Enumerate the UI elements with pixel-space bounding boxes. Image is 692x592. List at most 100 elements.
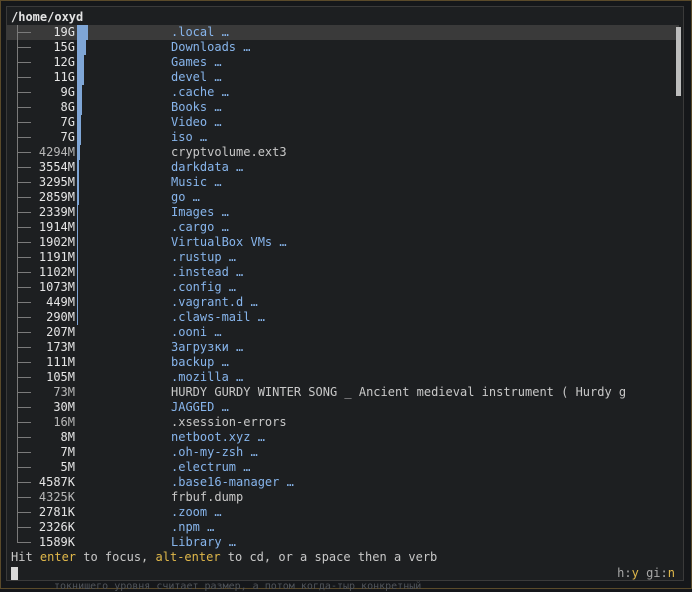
tree-row[interactable]: 73M HURDY GURDY WINTER SONG _ Ancient med… <box>7 385 679 400</box>
size-bar-track <box>77 400 165 415</box>
directory-name: .config … <box>171 280 237 294</box>
tree-row[interactable]: 16M .xsession-errors <box>7 415 679 430</box>
tree-row[interactable]: 4294M cryptvolume.ext3 <box>7 145 679 160</box>
file-tree: 19G .local … 15G Downloads … 12G Games … 11G de… <box>7 25 679 550</box>
size-bar-track <box>77 295 165 310</box>
background-window-text: токнишего уровня считает размер, а потом… <box>54 581 422 592</box>
directory-name: darkdata … <box>171 160 244 174</box>
entry-size: 105M <box>46 370 75 384</box>
size-bar <box>77 265 78 280</box>
tree-row[interactable]: 30M JAGGED … <box>7 400 679 415</box>
entry-size: 4325K <box>38 490 75 504</box>
tree-row[interactable]: 3295M Music … <box>7 175 679 190</box>
entry-size: 173M <box>46 340 75 354</box>
tree-row[interactable]: 207M .ooni … <box>7 325 679 340</box>
file-name: frbuf.dump <box>171 490 244 504</box>
tree-row[interactable]: 1914M .cargo … <box>7 220 679 235</box>
directory-name: backup … <box>171 355 229 369</box>
tree-row[interactable]: 19G .local … <box>7 25 679 40</box>
size-bar <box>77 190 79 205</box>
directory-name: .npm … <box>171 520 215 534</box>
directory-name: .base16-manager … <box>171 475 294 489</box>
entry-size: 12G <box>53 55 75 69</box>
tree-row[interactable]: 4325K frbuf.dump <box>7 490 679 505</box>
tree-row[interactable]: 11G devel … <box>7 70 679 85</box>
directory-name: iso … <box>171 130 208 144</box>
tree-row[interactable]: 1102M .instead … <box>7 265 679 280</box>
status-key-alt-enter: alt-enter <box>155 550 221 564</box>
command-input[interactable]: h:y gi:n <box>7 566 683 581</box>
size-bar-track <box>77 325 165 340</box>
directory-name: Video … <box>171 115 222 129</box>
tree-row[interactable]: 15G Downloads … <box>7 40 679 55</box>
size-bar-track <box>77 265 165 280</box>
tree-row[interactable]: 2339M Images … <box>7 205 679 220</box>
entry-size: 449M <box>46 295 75 309</box>
size-bar <box>77 145 80 160</box>
tree-row[interactable]: 7G iso … <box>7 130 679 145</box>
tree-row[interactable]: 2326K .npm … <box>7 520 679 535</box>
size-bar <box>77 130 82 145</box>
size-bar <box>77 70 84 85</box>
tree-row[interactable]: 173M Загрузки … <box>7 340 679 355</box>
directory-name: .zoom … <box>171 505 222 519</box>
entry-size: 7M <box>60 445 75 459</box>
directory-name: .mozilla … <box>171 370 244 384</box>
size-bar-track <box>77 445 165 460</box>
entry-size: 3295M <box>38 175 75 189</box>
tree-row[interactable]: 12G Games … <box>7 55 679 70</box>
entry-size: 1073M <box>38 280 75 294</box>
entry-size: 8G <box>60 100 75 114</box>
size-bar-track <box>77 250 165 265</box>
tree-row[interactable]: 1589K Library … <box>7 535 679 550</box>
size-bar-track <box>77 220 165 235</box>
tree-row[interactable]: 1191M .rustup … <box>7 250 679 265</box>
directory-name: JAGGED … <box>171 400 229 414</box>
directory-name: Music … <box>171 175 222 189</box>
tree-row[interactable]: 105M .mozilla … <box>7 370 679 385</box>
tree-row[interactable]: 5M .electrum … <box>7 460 679 475</box>
tree-row[interactable]: 8G Books … <box>7 100 679 115</box>
scrollbar[interactable] <box>676 27 681 557</box>
scrollbar-thumb[interactable] <box>676 27 681 96</box>
size-bar-track <box>77 160 165 175</box>
size-bar-track <box>77 100 165 115</box>
directory-name: .cargo … <box>171 220 229 234</box>
directory-name: Downloads … <box>171 40 251 54</box>
tree-row[interactable]: 4587K .base16-manager … <box>7 475 679 490</box>
directory-name: go … <box>171 190 200 204</box>
file-name: cryptvolume.ext3 <box>171 145 287 159</box>
entry-size: 16M <box>53 415 75 429</box>
tree-row[interactable]: 9G .cache … <box>7 85 679 100</box>
tree-row[interactable]: 1902M VirtualBox VMs … <box>7 235 679 250</box>
current-path: /home/oxyd <box>11 10 84 24</box>
entry-size: 2326K <box>38 520 75 534</box>
size-bar-track <box>77 55 165 70</box>
flag-h-label: h: <box>617 566 632 580</box>
entry-size: 73M <box>53 385 75 399</box>
size-bar <box>77 205 79 220</box>
size-bar-track <box>77 370 165 385</box>
entry-size: 9G <box>60 85 75 99</box>
flag-gi-label: gi: <box>646 566 668 580</box>
entry-size: 11G <box>53 70 75 84</box>
tree-row[interactable]: 449M .vagrant.d … <box>7 295 679 310</box>
flag-gi-value: n <box>667 566 675 580</box>
tree-row[interactable]: 8M netboot.xyz … <box>7 430 679 445</box>
size-bar <box>77 160 80 175</box>
status-hint: Hit enter to focus, alt-enter to cd, or … <box>11 550 437 565</box>
text-cursor <box>11 567 18 580</box>
size-bar-track <box>77 40 165 55</box>
tree-row[interactable]: 111M backup … <box>7 355 679 370</box>
size-bar-track <box>77 430 165 445</box>
tree-row[interactable]: 2781K .zoom … <box>7 505 679 520</box>
tree-row[interactable]: 290M .claws-mail … <box>7 310 679 325</box>
tree-row[interactable]: 1073M .config … <box>7 280 679 295</box>
tree-row[interactable]: 3554M darkdata … <box>7 160 679 175</box>
status-key-enter: enter <box>39 550 77 564</box>
tree-row[interactable]: 7G Video … <box>7 115 679 130</box>
tree-row[interactable]: 7M .oh-my-zsh … <box>7 445 679 460</box>
tree-row[interactable]: 2859M go … <box>7 190 679 205</box>
directory-name: .rustup … <box>171 250 237 264</box>
directory-name: .oh-my-zsh … <box>171 445 258 459</box>
